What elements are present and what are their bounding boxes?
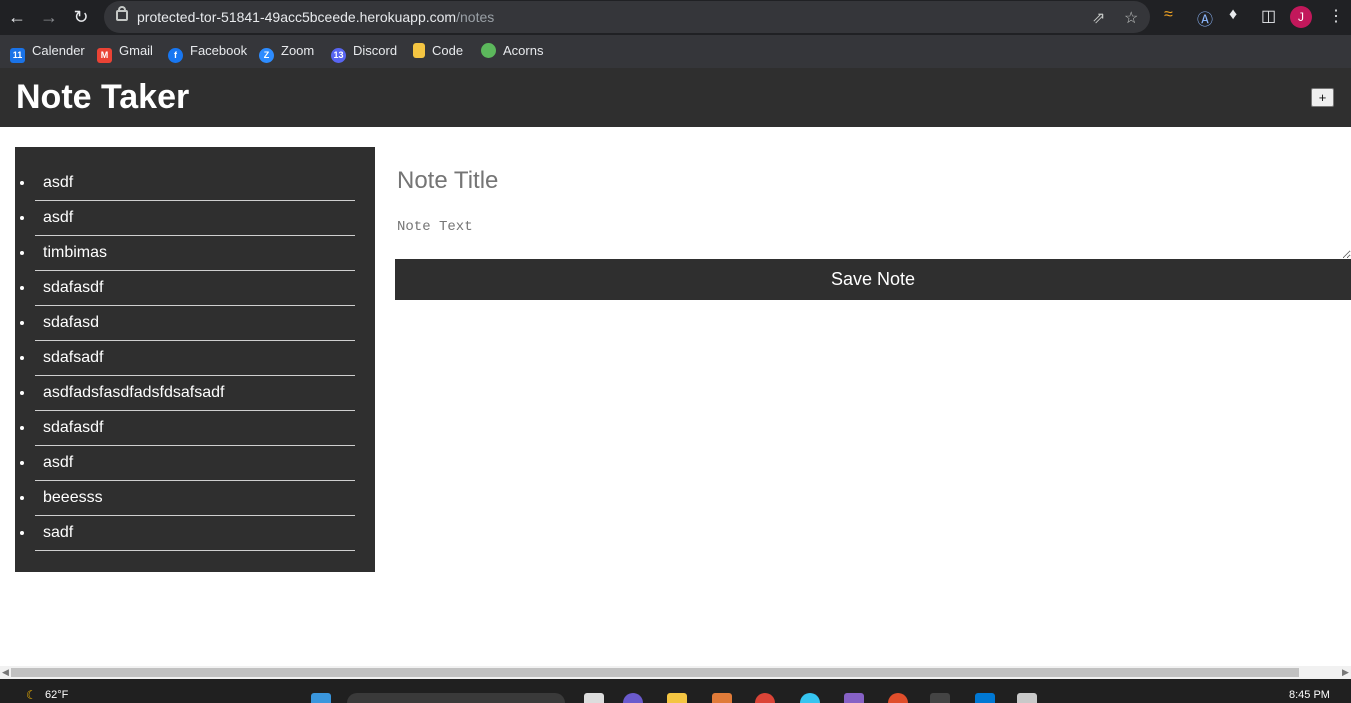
rss-icon[interactable]: ≈ <box>1164 6 1173 24</box>
os-taskbar: ☾ 62°F 8:45 PM <box>0 679 1351 703</box>
url-text[interactable]: protected-tor-51841-49acc5bceede.herokua… <box>137 9 494 25</box>
bookmark-calender[interactable]: 11 Calender <box>10 43 85 63</box>
bookmark-label: Calender <box>32 43 85 58</box>
bookmark-zoom[interactable]: Z Zoom <box>259 43 314 63</box>
list-item[interactable]: asdf <box>35 166 355 201</box>
extension-a-icon[interactable]: Ⓐ <box>1197 6 1213 30</box>
bookmark-discord[interactable]: 13 Discord <box>331 43 397 63</box>
note-list: asdf asdf timbimas sdafasdf sdafasd sdaf… <box>35 166 355 551</box>
url-host: protected-tor-51841-49acc5bceede.herokua… <box>137 9 457 25</box>
vscode-icon[interactable] <box>975 693 995 703</box>
list-item[interactable]: sadf <box>35 516 355 551</box>
browser-toolbar: ← → ↻ protected-tor-51841-49acc5bceede.h… <box>0 0 1351 35</box>
bookmark-label: Facebook <box>190 43 248 58</box>
facebook-icon: f <box>168 48 183 63</box>
search-box[interactable] <box>347 693 565 703</box>
chrome-icon[interactable] <box>755 693 775 703</box>
scroll-right-icon[interactable]: ▶ <box>1342 667 1349 678</box>
list-item[interactable]: sdafasdf <box>35 271 355 306</box>
share-icon[interactable]: ⇗ <box>1092 8 1105 28</box>
scroll-left-icon[interactable]: ◀ <box>2 667 9 678</box>
menu-icon[interactable]: ⋮ <box>1328 6 1344 26</box>
lock-icon <box>116 6 128 21</box>
extensions-icon[interactable]: ♦ <box>1229 6 1237 24</box>
list-item[interactable]: asdf <box>35 201 355 236</box>
bookmark-acorns[interactable]: Acorns <box>481 43 543 58</box>
clock-time[interactable]: 8:45 PM <box>1289 689 1330 701</box>
acorns-icon <box>481 43 496 58</box>
list-item[interactable]: beeesss <box>35 481 355 516</box>
list-item[interactable]: sdafsadf <box>35 341 355 376</box>
reload-icon[interactable]: ↻ <box>70 6 92 28</box>
horizontal-scrollbar[interactable]: ◀ ▶ <box>0 666 1351 679</box>
app-icon[interactable] <box>888 693 908 703</box>
url-path: /notes <box>456 9 495 25</box>
list-item[interactable]: sdafasd <box>35 306 355 341</box>
calendar-icon: 11 <box>10 48 25 63</box>
list-item[interactable]: sdafasdf <box>35 411 355 446</box>
note-text-input[interactable] <box>395 217 1351 259</box>
weather-text[interactable]: 62°F <box>45 689 68 701</box>
side-panel-icon[interactable]: ◫ <box>1261 6 1276 26</box>
page-title: Note Taker <box>16 78 190 116</box>
slack-icon[interactable] <box>800 693 820 703</box>
list-item[interactable]: asdf <box>35 446 355 481</box>
back-icon[interactable]: ← <box>6 6 28 28</box>
weather-icon: ☾ <box>26 688 37 702</box>
discord-icon: 13 <box>331 48 346 63</box>
bookmark-label: Acorns <box>503 43 544 58</box>
start-icon[interactable] <box>311 693 331 703</box>
bookmark-gmail[interactable]: M Gmail <box>97 43 153 63</box>
bookmark-label: Zoom <box>281 43 315 58</box>
bookmark-label: Gmail <box>119 43 153 58</box>
paint-icon[interactable] <box>712 693 732 703</box>
app-header: Note Taker + <box>0 68 1351 127</box>
gmail-icon: M <box>97 48 112 63</box>
zoom-icon: Z <box>259 48 274 63</box>
bookmark-label: Discord <box>353 43 398 58</box>
calendar-app-icon[interactable] <box>1017 693 1037 703</box>
bookmark-label: Code <box>432 43 464 58</box>
chat-icon[interactable] <box>623 693 643 703</box>
new-note-button[interactable]: + <box>1311 88 1334 107</box>
scrollbar-thumb[interactable] <box>11 668 1299 677</box>
address-bar[interactable]: protected-tor-51841-49acc5bceede.herokua… <box>104 1 1150 33</box>
bookmark-code[interactable]: Code <box>413 43 463 58</box>
save-note-button[interactable]: Save Note <box>395 259 1351 300</box>
notes-sidebar: asdf asdf timbimas sdafasdf sdafasd sdaf… <box>15 147 375 572</box>
file-explorer-icon[interactable] <box>667 693 687 703</box>
list-item[interactable]: asdfadsfasdfadsfdsafsadf <box>35 376 355 411</box>
star-icon[interactable]: ☆ <box>1124 8 1138 28</box>
task-view-icon[interactable] <box>584 693 604 703</box>
bookmark-facebook[interactable]: f Facebook <box>168 43 247 63</box>
note-title-input[interactable] <box>395 161 1349 201</box>
bookmarks-bar: 11 Calender M Gmail f Facebook Z Zoom 13 Disc… <box>0 35 1351 68</box>
terminal-icon[interactable] <box>930 693 950 703</box>
profile-avatar[interactable]: J <box>1290 6 1312 28</box>
list-item[interactable]: timbimas <box>35 236 355 271</box>
folder-icon <box>413 43 425 58</box>
visual-studio-icon[interactable] <box>844 693 864 703</box>
forward-icon[interactable]: → <box>38 6 60 28</box>
